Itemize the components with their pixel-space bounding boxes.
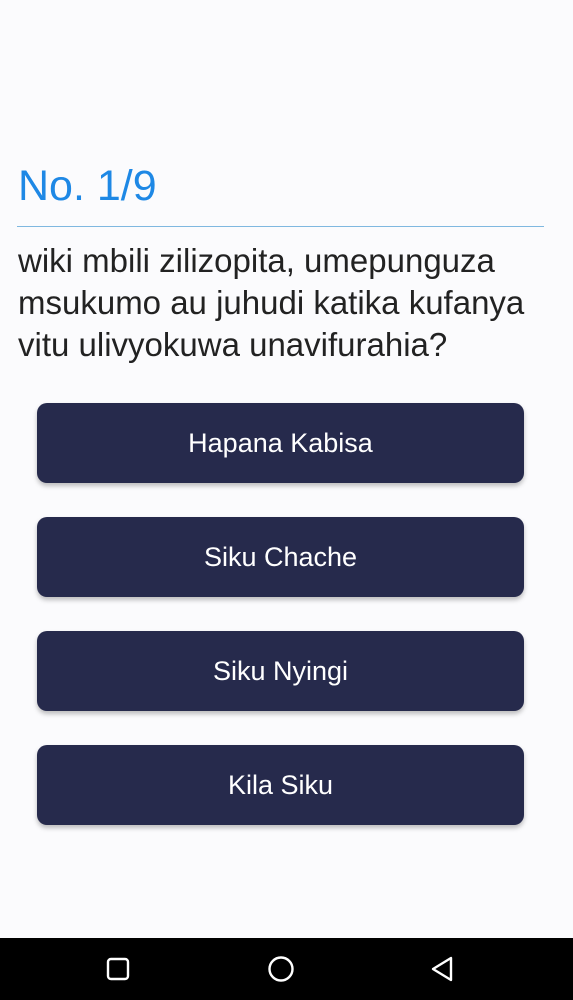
- answer-button-hapana-kabisa[interactable]: Hapana Kabisa: [37, 403, 524, 483]
- answer-list: Hapana Kabisa Siku Chache Siku Nyingi Ki…: [37, 403, 524, 859]
- back-icon: [431, 956, 453, 982]
- quiz-screen: No. 1/9 wiki mbili zilizopita, umepunguz…: [0, 0, 573, 1000]
- recent-apps-icon: [106, 957, 130, 981]
- recent-apps-button[interactable]: [88, 938, 148, 1000]
- system-navigation-bar: [0, 938, 573, 1000]
- divider: [17, 226, 544, 227]
- home-icon: [268, 956, 294, 982]
- answer-button-kila-siku[interactable]: Kila Siku: [37, 745, 524, 825]
- question-counter: No. 1/9: [18, 162, 157, 210]
- answer-button-siku-chache[interactable]: Siku Chache: [37, 517, 524, 597]
- back-button[interactable]: [413, 938, 473, 1000]
- answer-button-siku-nyingi[interactable]: Siku Nyingi: [37, 631, 524, 711]
- home-button[interactable]: [251, 938, 311, 1000]
- question-text: wiki mbili zilizopita, umepunguza msukum…: [18, 242, 525, 363]
